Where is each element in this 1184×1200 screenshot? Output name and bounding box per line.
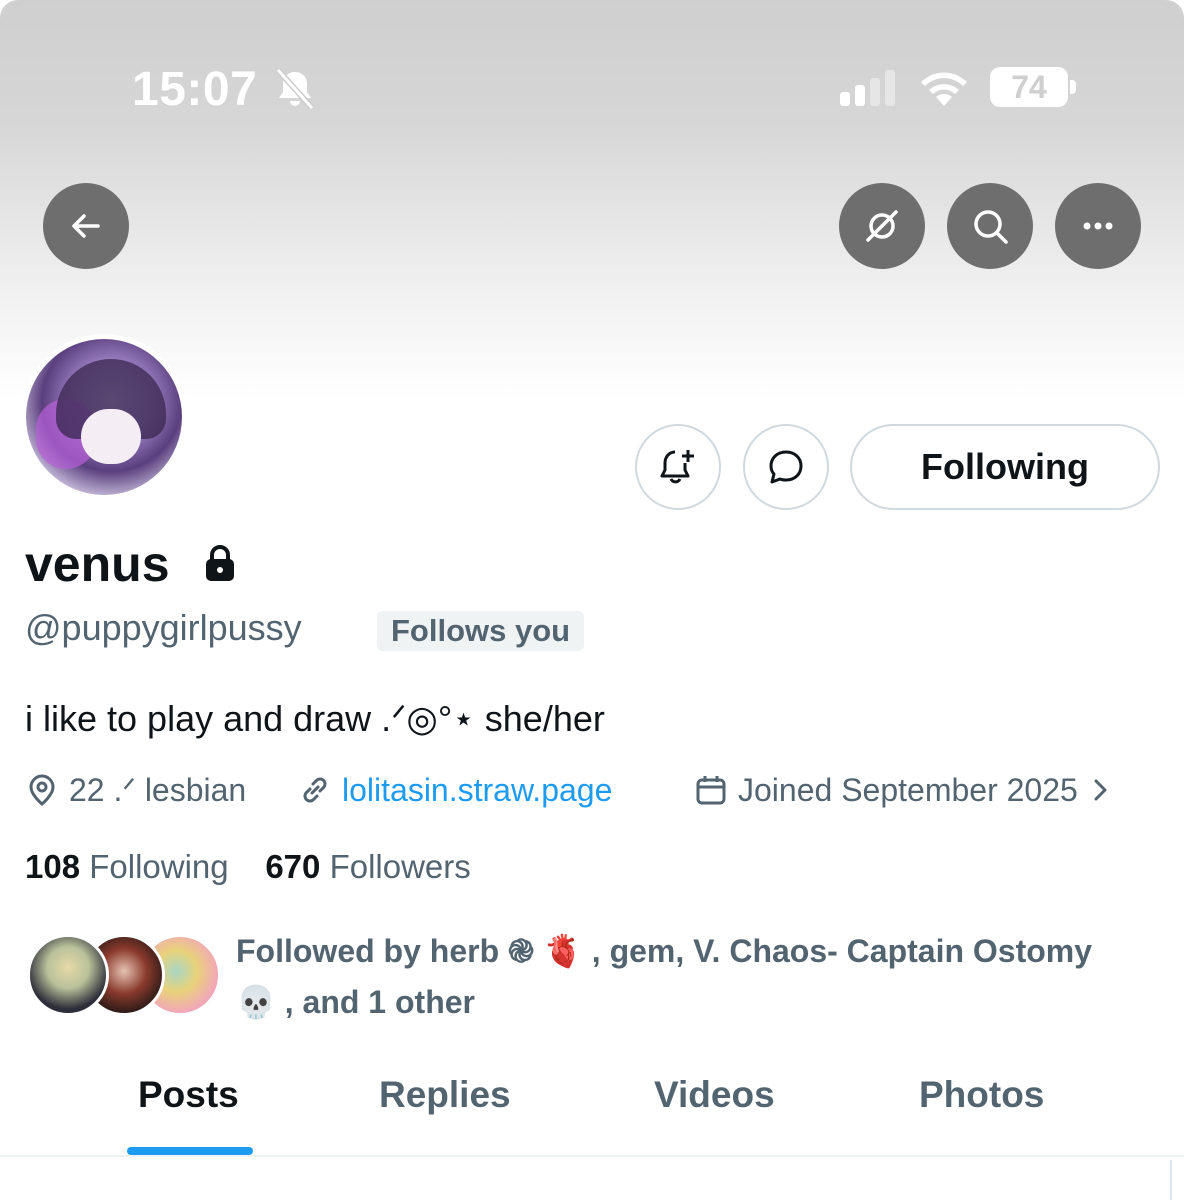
website-link[interactable]: lolitasin.straw.page bbox=[342, 772, 612, 809]
tab-posts[interactable]: Posts bbox=[138, 1074, 239, 1116]
followed-by-line: 💀 , and 1 other bbox=[236, 984, 475, 1020]
joined[interactable]: Joined September 2025 bbox=[694, 770, 1118, 810]
message-button[interactable] bbox=[743, 424, 829, 510]
following-label: Following bbox=[89, 848, 229, 885]
profile-tabs: Posts Replies Videos Photos bbox=[0, 1060, 1184, 1156]
wifi-icon bbox=[921, 72, 967, 106]
website[interactable]: lolitasin.straw.page bbox=[298, 770, 612, 810]
more-icon bbox=[1083, 222, 1113, 230]
joined-text: Joined September 2025 bbox=[738, 771, 1078, 808]
calendar-icon bbox=[696, 776, 726, 805]
bell-plus-icon bbox=[660, 450, 694, 484]
more-button[interactable] bbox=[1055, 183, 1141, 269]
handle: @puppygirlpussy bbox=[25, 607, 302, 648]
bio: i like to play and draw .ᐟ◎°⋆ she/her bbox=[25, 698, 605, 739]
tab-photos[interactable]: Photos bbox=[919, 1074, 1044, 1116]
lock-icon bbox=[206, 545, 234, 581]
scroll-edge bbox=[1170, 1160, 1172, 1200]
notifications-button[interactable] bbox=[635, 424, 721, 510]
following-count: 108 bbox=[25, 848, 81, 885]
battery-nub bbox=[1070, 80, 1076, 94]
battery-icon: 74 bbox=[990, 67, 1068, 107]
message-icon bbox=[769, 450, 803, 484]
back-button[interactable] bbox=[43, 183, 129, 269]
avatar-image bbox=[26, 339, 182, 495]
chevron-right-icon bbox=[1094, 779, 1107, 801]
back-arrow-icon bbox=[72, 214, 100, 238]
followers-count: 670 bbox=[265, 848, 321, 885]
followed-by-avatars[interactable] bbox=[27, 934, 221, 1018]
search-button[interactable] bbox=[947, 183, 1033, 269]
followed-by-text[interactable]: Followed by herb ֎ 🫀 , gem, V. Chaos- Ca… bbox=[236, 926, 1136, 1028]
location: 22 .ᐟ lesbian bbox=[25, 770, 246, 810]
follows-you-badge: Follows you bbox=[377, 611, 585, 651]
follow-counts: 108 Following 670 Followers bbox=[25, 848, 471, 886]
follower-avatar bbox=[27, 934, 109, 1016]
display-name: venus bbox=[25, 536, 170, 592]
following-button[interactable]: Following bbox=[850, 424, 1160, 510]
grok-icon bbox=[866, 210, 898, 242]
search-icon bbox=[974, 210, 1008, 244]
active-tab-indicator bbox=[127, 1147, 253, 1155]
tab-videos[interactable]: Videos bbox=[654, 1074, 775, 1116]
signal-icon bbox=[840, 70, 895, 106]
followed-by-line: Followed by herb ֎ 🫀 , gem, V. Chaos- Ca… bbox=[236, 933, 1093, 969]
location-pin-icon bbox=[29, 774, 55, 806]
avatar[interactable] bbox=[21, 334, 187, 500]
bell-off-icon bbox=[275, 68, 315, 110]
link-icon bbox=[303, 777, 327, 803]
grok-button[interactable] bbox=[839, 183, 925, 269]
location-text: 22 .ᐟ lesbian bbox=[69, 772, 247, 808]
status-time: 15:07 bbox=[132, 63, 258, 116]
tab-divider bbox=[0, 1155, 1184, 1157]
following-count-link[interactable]: 108 Following bbox=[25, 848, 229, 885]
tab-replies[interactable]: Replies bbox=[379, 1074, 511, 1116]
followers-count-link[interactable]: 670 Followers bbox=[265, 848, 470, 885]
followers-label: Followers bbox=[329, 848, 471, 885]
